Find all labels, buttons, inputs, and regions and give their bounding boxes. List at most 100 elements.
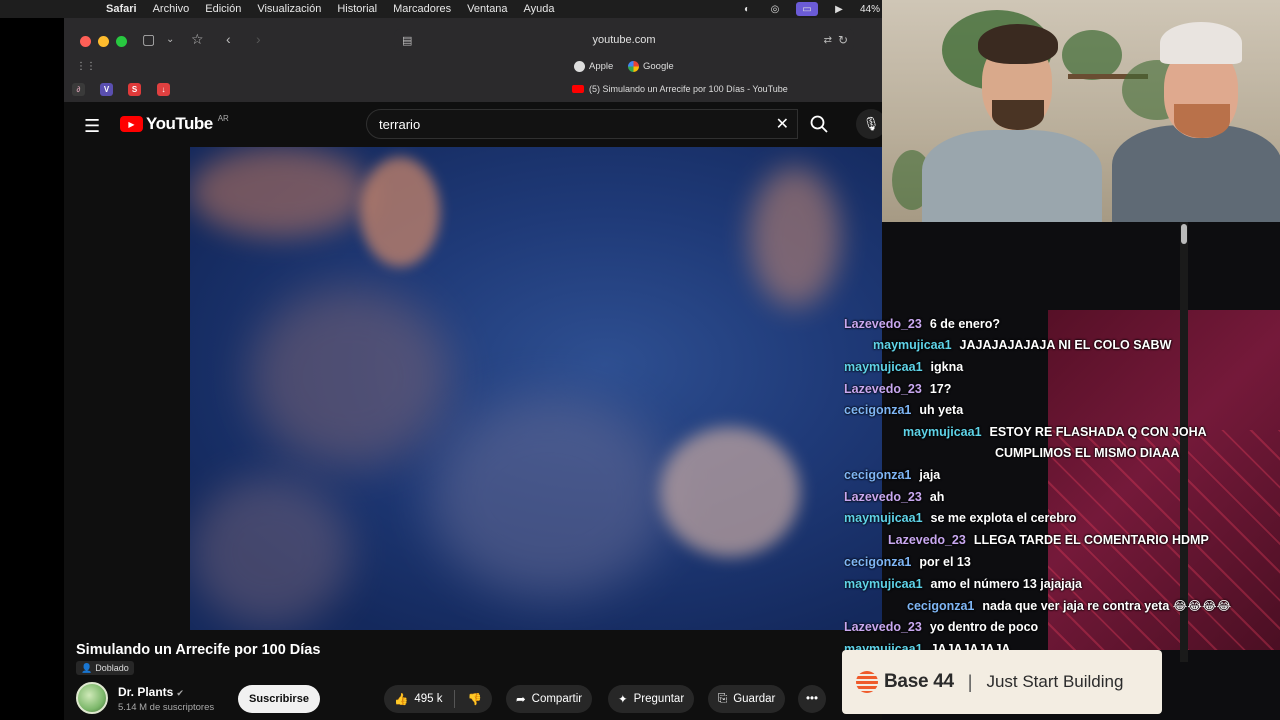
youtube-play-icon: ▶: [120, 116, 143, 132]
person-left-hair: [978, 24, 1058, 64]
search-input[interactable]: terrario ✕: [366, 109, 798, 139]
person-left-beard: [992, 100, 1044, 130]
favorite-google-label: Google: [643, 61, 674, 72]
safari-toolbar: ▢ ⌄ ☆ ‹ › ▤ youtube.com ⇄ ↻ ⋮⋮ Apple Goo…: [64, 18, 882, 102]
fullscreen-window-button[interactable]: [116, 36, 127, 47]
streamer-webcam: [882, 0, 1280, 222]
chevron-down-icon[interactable]: ⌄: [166, 34, 174, 45]
download-extension-icon[interactable]: ↓: [157, 83, 170, 96]
channel-avatar[interactable]: [76, 682, 108, 714]
microphone-icon: 🎙: [862, 116, 880, 131]
channel-name[interactable]: Dr. Plants ✔: [118, 685, 184, 699]
chat-text: 6 de enero?: [929, 317, 1000, 331]
forward-arrow-icon[interactable]: ›: [256, 31, 261, 47]
save-button[interactable]: ⎘ Guardar: [708, 685, 786, 713]
chat-text: uh yeta: [919, 403, 964, 417]
tab-overview-icon[interactable]: ⋮⋮: [76, 61, 96, 72]
video-shrimp-blur: [430, 397, 670, 597]
like-divider: [454, 690, 456, 708]
bookmark-icon: ⎘: [718, 692, 728, 705]
search-button[interactable]: [798, 109, 840, 139]
chat-text: se me explota el cerebro: [930, 511, 1077, 525]
dislike-button[interactable]: 👎: [467, 692, 481, 706]
minimize-window-button[interactable]: [98, 36, 109, 47]
battery-percentage[interactable]: 44%: [860, 4, 882, 15]
share-arrow-icon: ➦: [516, 694, 526, 706]
favorite-apple[interactable]: Apple: [574, 61, 613, 72]
reload-icon[interactable]: ↻: [838, 33, 848, 47]
like-count: 495 k: [414, 693, 443, 705]
play-status-icon[interactable]: ▶: [832, 2, 846, 16]
thumbs-up-icon: 👍: [394, 694, 409, 706]
menu-edicion[interactable]: Edición: [205, 3, 241, 15]
video-shrimp-blur: [750, 167, 840, 307]
clear-search-icon[interactable]: ✕: [776, 114, 789, 134]
chat-message: Lazevedo_23 6 de enero?: [844, 314, 1000, 335]
youtube-header: ☰ ▶ YouTube AR terrario ✕ 🎙: [64, 102, 886, 146]
menu-hamburger-icon[interactable]: ☰: [84, 116, 100, 137]
like-button[interactable]: 👍 495 k: [394, 692, 442, 706]
overlay-scrollbar-thumb[interactable]: [1181, 224, 1187, 244]
page-settings-icon[interactable]: ▤: [402, 34, 412, 47]
shelf-plant-image: [1062, 30, 1122, 80]
chat-message: maymujicaa1 amo el número 13 jajajaja: [844, 574, 1082, 595]
chatgpt-status-icon[interactable]: ◎: [768, 2, 782, 16]
sidebar-toggle-icon[interactable]: ▢: [142, 31, 155, 48]
active-tab-title: (5) Simulando un Arrecife por 100 Días -…: [589, 84, 788, 94]
video-actions-row: Dr. Plants ✔ 5.14 M de suscriptores Suscr…: [76, 682, 876, 716]
person-right-beard: [1174, 104, 1230, 138]
chat-username: Lazevedo_23: [844, 620, 922, 634]
menu-archivo[interactable]: Archivo: [153, 3, 190, 15]
video-shrimp-blur: [190, 477, 350, 627]
chat-text: LLEGA TARDE EL COMENTARIO HDMP: [973, 533, 1209, 547]
google-favicon-icon: [628, 61, 639, 72]
subscribe-button[interactable]: Suscribirse: [238, 685, 320, 713]
video-shrimp: [360, 157, 440, 267]
menu-ventana[interactable]: Ventana: [467, 3, 507, 15]
bookmark-star-icon[interactable]: ☆: [191, 31, 204, 48]
person-right-shirt: [1112, 125, 1280, 222]
youtube-wordmark: YouTube: [146, 114, 213, 133]
youtube-logo[interactable]: ▶ YouTube AR: [120, 114, 229, 134]
favorite-apple-label: Apple: [589, 61, 614, 72]
video-shrimp: [660, 427, 800, 557]
favorite-google[interactable]: Google: [628, 61, 674, 72]
menu-app-name[interactable]: Safari: [106, 3, 137, 15]
active-tab[interactable]: (5) Simulando un Arrecife por 100 Días -…: [572, 84, 788, 94]
translate-icon[interactable]: ⇄: [824, 35, 832, 46]
menu-bar-status-area: ◐ ◎ ▭ ▶ 44%: [740, 0, 882, 18]
chat-text: ah: [929, 490, 945, 504]
chat-message: maymujicaa1 JAJAJAJAJAJA NI EL COLO SABW: [873, 335, 1171, 356]
ask-button[interactable]: ✦ Preguntar: [608, 685, 695, 713]
share-button[interactable]: ➦ Compartir: [506, 685, 593, 713]
sponsor-separator: |: [967, 671, 973, 692]
address-bar-url: youtube.com: [592, 34, 656, 46]
bluetooth-status-icon[interactable]: ◐: [740, 2, 754, 16]
extension-s-icon[interactable]: S: [128, 83, 141, 96]
video-player[interactable]: [190, 147, 882, 630]
save-label: Guardar: [733, 693, 776, 705]
menu-historial[interactable]: Historial: [337, 3, 377, 15]
menu-visualizacion[interactable]: Visualización: [257, 3, 321, 15]
menu-ayuda[interactable]: Ayuda: [524, 3, 555, 15]
address-bar[interactable]: ▤ youtube.com ⇄ ↻: [394, 29, 854, 51]
chat-username: maymujicaa1: [903, 425, 982, 439]
screen-mirroring-icon[interactable]: ▭: [796, 2, 818, 16]
chat-text: 17?: [929, 382, 952, 396]
chat-text: yo dentro de poco: [929, 620, 1039, 634]
chat-message: maymujicaa1 ESTOY RE FLASHADA Q CON JOHA …: [903, 422, 1207, 464]
subscriber-count: 5.14 M de suscriptores: [118, 702, 215, 713]
back-arrow-icon[interactable]: ‹: [226, 31, 231, 47]
chat-username: maymujicaa1: [844, 360, 923, 374]
more-dots-icon: •••: [805, 693, 819, 705]
base44-logo-icon: [856, 671, 878, 693]
close-window-button[interactable]: [80, 36, 91, 47]
chat-username: cecigonza1: [844, 468, 912, 482]
extension-v-icon[interactable]: V: [100, 83, 113, 96]
more-actions-button[interactable]: •••: [798, 685, 826, 713]
extension-1-icon[interactable]: ∂: [72, 83, 85, 96]
menu-marcadores[interactable]: Marcadores: [393, 3, 451, 15]
chat-text: por el 13: [919, 555, 971, 569]
chat-message: Lazevedo_23 17?: [844, 379, 951, 400]
chat-username: maymujicaa1: [873, 338, 952, 352]
